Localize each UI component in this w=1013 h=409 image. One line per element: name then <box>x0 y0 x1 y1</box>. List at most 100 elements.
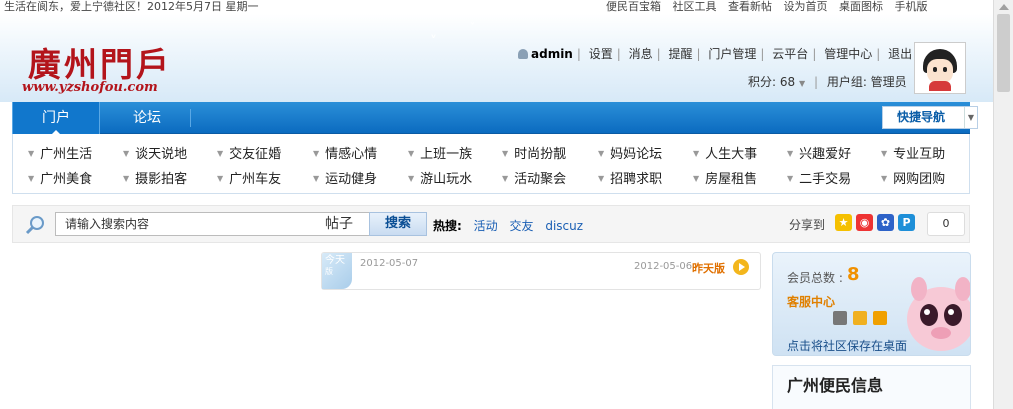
hot-item[interactable]: 活动 <box>474 219 498 233</box>
portal-admin-link[interactable]: 门户管理 <box>704 47 760 61</box>
info-title: 广州便民信息 <box>787 376 884 395</box>
play-icon[interactable] <box>733 259 749 275</box>
tab-forum[interactable]: 论坛 <box>104 102 190 134</box>
scroll-up-icon[interactable] <box>999 4 1009 10</box>
pengyou-icon[interactable]: P <box>898 214 915 231</box>
category-link[interactable]: ▼ 摄影拍客 <box>123 168 187 187</box>
tab-portal[interactable]: 门户 <box>12 102 100 135</box>
category-link[interactable]: ▼ 活动聚会 <box>502 168 566 187</box>
hot-label: 热搜: <box>433 219 462 233</box>
category-label: 专业互助 <box>893 147 946 162</box>
category-link[interactable]: ▼ 广州车友 <box>217 168 281 187</box>
search-input[interactable]: 请输入搜索内容 <box>55 212 327 236</box>
yesterday-link[interactable]: 昨天版 <box>692 260 725 276</box>
category-label: 运动健身 <box>325 172 378 187</box>
bullet-icon: ▼ <box>787 149 794 158</box>
category-label: 情感心情 <box>325 147 378 162</box>
category-link[interactable]: ▼ 情感心情 <box>313 143 377 162</box>
yesterday-date: 2012-05-06 <box>634 261 693 272</box>
cloud-platform-link[interactable]: 云平台 <box>768 47 812 61</box>
user-menu: admin | 设置 | 消息 | 提醒 | 门户管理 | 云平台 | 管理中心 | 退出 <box>514 45 916 62</box>
top-link-mobile[interactable]: 手机版 <box>895 0 928 13</box>
share-label: 分享到 <box>789 218 826 232</box>
save-to-desktop-link[interactable]: 点击将社区保存在桌面 <box>787 337 907 354</box>
category-link[interactable]: ▼ 交友征婚 <box>217 143 281 162</box>
search-bar: 请输入搜索内容 帖子 搜索 热搜: 活动 交友 discuz 分享到 ★ ◉ ✿… <box>12 205 970 243</box>
welcome-text: 生活在阆东，爱上宁德社区！2012年5月7日 星期一 <box>4 0 259 13</box>
newspaper-strip: 今天版 2012-05-07 2012-05-06 昨天版 <box>321 252 761 290</box>
mail-icon[interactable] <box>853 311 867 325</box>
top-link-tools[interactable]: 社区工具 <box>673 0 717 13</box>
category-label: 交友征婚 <box>229 147 282 162</box>
category-link[interactable]: ▼ 房屋租售 <box>693 168 757 187</box>
hot-item[interactable]: discuz <box>545 219 583 233</box>
top-links: 便民百宝箱 社区工具 查看新帖 设为首页 桌面图标 手机版 <box>606 0 936 13</box>
search-button[interactable]: 搜索 <box>369 212 427 236</box>
category-link[interactable]: ▼ 游山玩水 <box>408 168 472 187</box>
category-link[interactable]: ▼ 专业互助 <box>881 143 945 162</box>
bullet-icon: ▼ <box>408 174 415 183</box>
category-label: 广州美食 <box>40 172 93 187</box>
hot-item[interactable]: 交友 <box>509 219 533 233</box>
bullet-icon: ▼ <box>217 149 224 158</box>
category-label: 人生大事 <box>705 147 758 162</box>
bird-decoration: ˅ <box>470 22 475 33</box>
category-link[interactable]: ▼ 人生大事 <box>693 143 757 162</box>
top-link-toolbox[interactable]: 便民百宝箱 <box>606 0 661 13</box>
admin-center-link[interactable]: 管理中心 <box>820 47 876 61</box>
today-badge: 今天版 <box>322 253 352 289</box>
category-label: 网购团购 <box>893 172 946 187</box>
service-center-link[interactable]: 客服中心 <box>787 293 835 310</box>
member-total-label: 会员总数 : <box>787 271 843 285</box>
category-link[interactable]: ▼ 招聘求职 <box>598 168 662 187</box>
category-link[interactable]: ▼ 兴趣爱好 <box>787 143 851 162</box>
site-logo[interactable]: 廣州門戶 www.yzshofou.com <box>14 38 174 102</box>
username-link[interactable]: admin <box>514 47 577 61</box>
logo-text: 廣州門戶 <box>28 45 172 84</box>
category-link[interactable]: ▼ 二手交易 <box>787 168 851 187</box>
scroll-thumb[interactable] <box>997 14 1010 92</box>
category-label: 谈天说地 <box>135 147 188 162</box>
bullet-icon: ▼ <box>881 174 888 183</box>
category-link[interactable]: ▼ 运动健身 <box>313 168 377 187</box>
user-info: 积分: 68 ▼ | 用户组: 管理员 <box>748 75 907 89</box>
qzone-icon[interactable]: ★ <box>835 214 852 231</box>
logout-link[interactable]: 退出 <box>884 47 916 61</box>
notifications-link[interactable]: 提醒 <box>665 47 697 61</box>
bullet-icon: ▼ <box>28 149 35 158</box>
note-icon[interactable] <box>873 311 887 325</box>
category-link[interactable]: ▼ 网购团购 <box>881 168 945 187</box>
category-label: 摄影拍客 <box>135 172 188 187</box>
scrollbar[interactable] <box>993 0 1013 409</box>
category-link[interactable]: ▼ 上班一族 <box>408 143 472 162</box>
category-label: 活动聚会 <box>514 172 567 187</box>
category-link[interactable]: ▼ 广州美食 <box>28 168 92 187</box>
category-link[interactable]: ▼ 妈妈论坛 <box>598 143 662 162</box>
lock-icon[interactable] <box>833 311 847 325</box>
top-link-set-home[interactable]: 设为首页 <box>784 0 828 13</box>
bullet-icon: ▼ <box>598 174 605 183</box>
category-label: 广州车友 <box>229 172 282 187</box>
category-link[interactable]: ▼ 广州生活 <box>28 143 92 162</box>
category-link[interactable]: ▼ 时尚扮靓 <box>502 143 566 162</box>
weibo-icon[interactable]: ◉ <box>856 214 873 231</box>
category-label: 时尚扮靓 <box>514 147 567 162</box>
category-label: 妈妈论坛 <box>610 147 663 162</box>
quick-nav-button[interactable]: 快捷导航 ▼ <box>882 106 978 129</box>
bullet-icon: ▼ <box>313 149 320 158</box>
points-dropdown[interactable]: 积分: 68 ▼ <box>748 75 805 89</box>
bullet-icon: ▼ <box>881 149 888 158</box>
info-panel: 广州便民信息 <box>772 365 971 409</box>
top-link-desktop-icon[interactable]: 桌面图标 <box>839 0 883 13</box>
avatar[interactable] <box>914 42 966 94</box>
category-label: 上班一族 <box>420 147 473 162</box>
messages-link[interactable]: 消息 <box>625 47 657 61</box>
settings-link[interactable]: 设置 <box>585 47 617 61</box>
category-label: 招聘求职 <box>610 172 663 187</box>
top-link-new-posts[interactable]: 查看新帖 <box>728 0 772 13</box>
search-type-select[interactable]: 帖子 <box>319 212 371 236</box>
category-link[interactable]: ▼ 谈天说地 <box>123 143 187 162</box>
baidu-icon[interactable]: ✿ <box>877 214 894 231</box>
logo-url: www.yzshofou.com <box>22 80 158 95</box>
search-icon <box>25 216 44 235</box>
